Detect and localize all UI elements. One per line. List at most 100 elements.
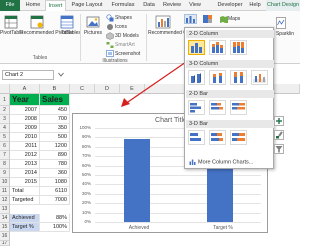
sales-cell[interactable]: 360 xyxy=(40,169,70,178)
column-chart-icon[interactable] xyxy=(184,14,197,24)
table-icon[interactable] xyxy=(60,15,74,31)
ribbon-separator xyxy=(146,14,147,61)
row-header[interactable]: 11 xyxy=(0,187,10,196)
sparkline-icon[interactable] xyxy=(276,17,286,31)
row-header[interactable]: 2 xyxy=(0,106,10,115)
row-header[interactable]: 1 xyxy=(0,94,10,106)
100-stacked-column-option[interactable] xyxy=(230,40,247,55)
3d-clustered-column-option[interactable] xyxy=(188,70,205,85)
tab-help[interactable]: Help xyxy=(247,0,263,11)
row-header[interactable]: 17 xyxy=(0,241,10,246)
column-header-d[interactable]: D xyxy=(95,84,120,94)
row-header[interactable]: 16 xyxy=(0,232,10,241)
total-label-cell[interactable]: Total xyxy=(10,187,40,196)
3d-100-stacked-bar-option[interactable] xyxy=(230,130,247,145)
recommended-charts-icon[interactable] xyxy=(155,15,171,31)
year-cell[interactable]: 2010 xyxy=(10,133,40,142)
column-header-a[interactable]: A xyxy=(10,84,40,94)
sales-cell[interactable]: 350 xyxy=(40,124,70,133)
sales-cell[interactable]: 500 xyxy=(40,133,70,142)
tab-insert[interactable]: Insert xyxy=(45,0,66,11)
stacked-bar-option[interactable] xyxy=(209,100,226,115)
column-chart-gallery[interactable]: 2-D Column 3-D Column 2-D Bar 3-D Bar Mo xyxy=(184,27,274,169)
tab-file[interactable]: File xyxy=(0,0,20,11)
tab-data[interactable]: Data xyxy=(140,0,158,11)
target-pct-value-cell[interactable]: 100% xyxy=(40,223,70,232)
more-column-charts-link[interactable]: More Column Charts... xyxy=(189,159,253,165)
table-header-sales[interactable]: Sales xyxy=(40,94,70,106)
year-cell[interactable]: 2014 xyxy=(10,169,40,178)
row-header[interactable]: 15 xyxy=(0,223,10,232)
sales-cell[interactable]: 890 xyxy=(40,151,70,160)
tab-formulas[interactable]: Formulas xyxy=(108,0,138,11)
tab-developer[interactable]: Developer xyxy=(215,0,245,11)
row-header[interactable]: 8 xyxy=(0,160,10,169)
table-header-year[interactable]: Year xyxy=(10,94,40,106)
year-cell[interactable]: 2015 xyxy=(10,178,40,187)
select-all-corner[interactable] xyxy=(0,84,10,94)
column-header-b[interactable]: B xyxy=(40,84,70,94)
sales-cell[interactable]: 780 xyxy=(40,160,70,169)
year-cell[interactable]: 2012 xyxy=(10,151,40,160)
tab-review[interactable]: Review xyxy=(160,0,184,11)
year-cell[interactable]: 2011 xyxy=(10,142,40,151)
year-cell[interactable]: 2008 xyxy=(10,115,40,124)
tab-chart-design[interactable]: Chart Design xyxy=(266,0,300,11)
section-3d-bar: 3-D Bar xyxy=(186,120,274,128)
y-tick-label: 40% xyxy=(81,181,91,187)
row-header[interactable]: 6 xyxy=(0,142,10,151)
row-header[interactable]: 10 xyxy=(0,178,10,187)
column-header-c[interactable]: C xyxy=(70,84,95,94)
targeted-label-cell[interactable]: Targeted xyxy=(10,196,40,205)
3d-clustered-bar-option[interactable] xyxy=(188,130,205,145)
chart-bar-achieved[interactable] xyxy=(123,139,150,222)
row-header[interactable]: 7 xyxy=(0,151,10,160)
tab-page-layout[interactable]: Page Layout xyxy=(68,0,106,11)
tab-view[interactable]: View xyxy=(186,0,204,11)
row-header[interactable]: 4 xyxy=(0,124,10,133)
row-header[interactable]: 13 xyxy=(0,205,10,214)
table-label: Table xyxy=(61,30,73,36)
target-pct-label-cell[interactable]: Target % xyxy=(10,223,40,232)
y-tick-label: 100% xyxy=(79,125,91,130)
y-tick-label: 0% xyxy=(84,219,91,224)
y-tick-label: 70% xyxy=(81,153,91,159)
year-cell[interactable]: 2013 xyxy=(10,160,40,169)
pictures-label: Pictures xyxy=(83,30,103,36)
name-box[interactable]: Chart 2 xyxy=(2,70,54,80)
pictures-icon[interactable] xyxy=(86,15,100,31)
row-header[interactable]: 14 xyxy=(0,214,10,223)
chart-styles-brush-icon[interactable] xyxy=(274,130,284,140)
100-stacked-bar-option[interactable] xyxy=(230,100,247,115)
total-value-cell[interactable]: 6110 xyxy=(40,187,70,196)
stacked-column-option[interactable] xyxy=(209,40,226,55)
year-cell[interactable]: 2007 xyxy=(10,106,40,115)
row-header[interactable]: 9 xyxy=(0,169,10,178)
recommended-pivottables-icon[interactable] xyxy=(30,15,44,31)
chart-elements-plus-icon[interactable] xyxy=(274,116,284,126)
chevron-down-icon[interactable] xyxy=(58,72,64,79)
row-header[interactable]: 3 xyxy=(0,115,10,124)
3d-stacked-column-option[interactable] xyxy=(209,70,226,85)
pivottable-icon[interactable] xyxy=(4,15,18,31)
row-header[interactable]: 5 xyxy=(0,133,10,142)
sales-cell[interactable]: 1200 xyxy=(40,142,70,151)
clustered-column-option[interactable] xyxy=(188,40,205,55)
3d-column-option[interactable] xyxy=(251,70,268,85)
achieved-value-cell[interactable]: 88% xyxy=(40,214,70,223)
x-axis-label-achieved: Achieved xyxy=(128,225,150,231)
hierarchy-chart-icon[interactable] xyxy=(203,15,212,25)
sales-cell[interactable]: 450 xyxy=(40,106,70,115)
3d-stacked-bar-option[interactable] xyxy=(209,130,226,145)
targeted-value-cell[interactable]: 7000 xyxy=(40,196,70,205)
achieved-label-cell[interactable]: Achieved xyxy=(10,214,40,223)
chart-filter-icon[interactable] xyxy=(274,144,284,154)
annotation-arrow xyxy=(121,61,187,107)
sales-cell[interactable]: 1080 xyxy=(40,178,70,187)
sales-cell[interactable]: 700 xyxy=(40,115,70,124)
clustered-bar-option[interactable] xyxy=(188,100,205,115)
year-cell[interactable]: 2009 xyxy=(10,124,40,133)
3d-100-stacked-column-option[interactable] xyxy=(230,70,247,85)
row-header[interactable]: 12 xyxy=(0,196,10,205)
tab-home[interactable]: Home xyxy=(23,0,43,11)
